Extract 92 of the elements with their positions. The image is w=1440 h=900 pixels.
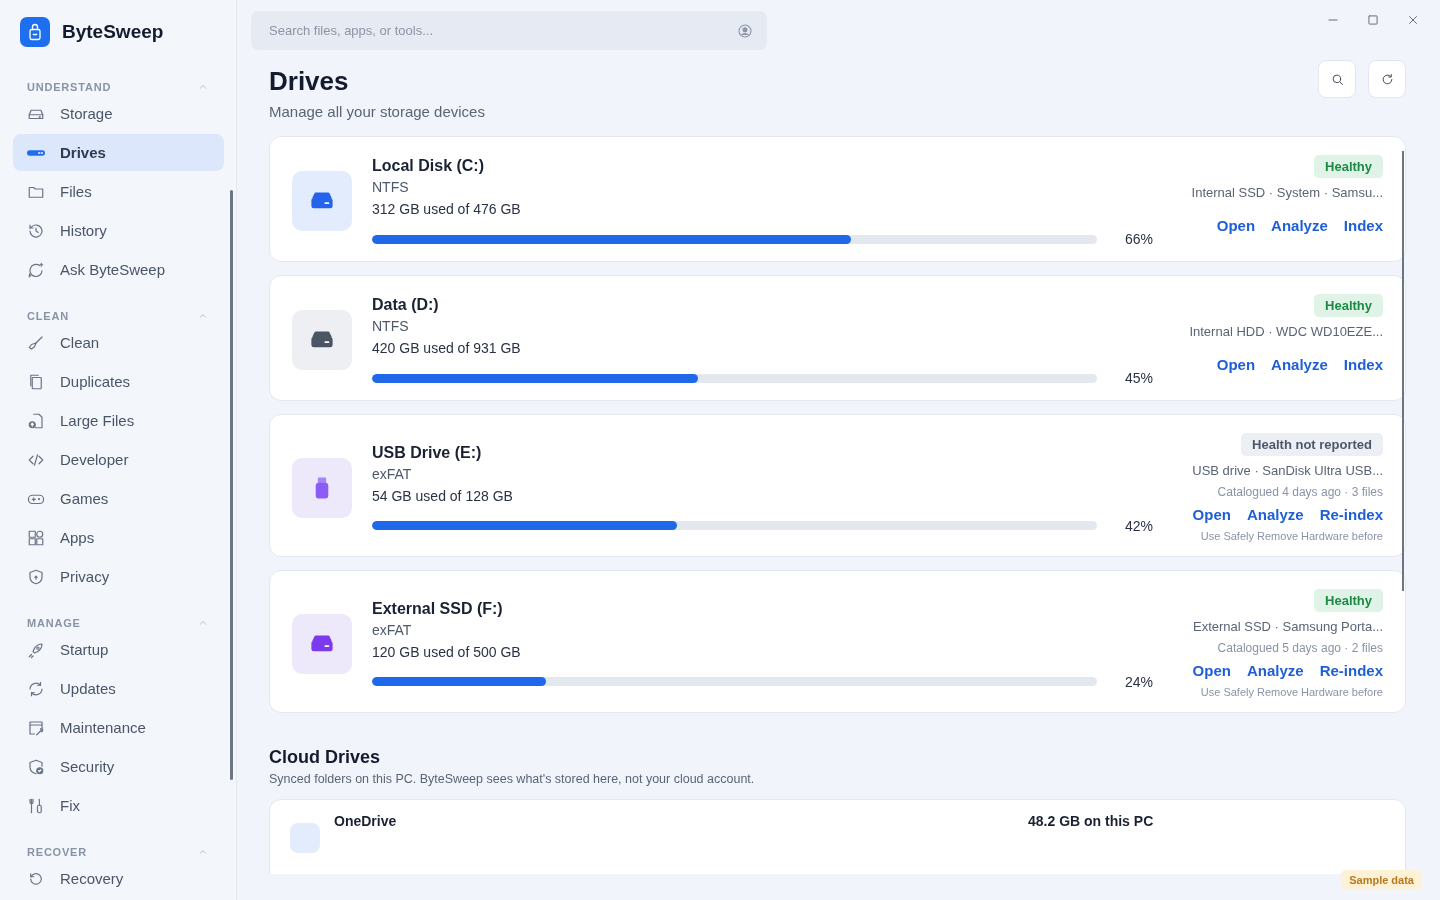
copy-icon <box>27 372 45 391</box>
history-icon <box>27 221 45 240</box>
health-badge: Healthy <box>1314 589 1383 612</box>
sidebar-item[interactable]: Developer <box>13 441 224 478</box>
rocket-icon <box>27 640 45 659</box>
drive-name: Data (D:) <box>372 296 440 314</box>
sidebar-item[interactable]: Apps <box>13 519 224 556</box>
sample-data-badge: Sample data <box>1341 870 1422 890</box>
user-circle-icon <box>737 22 753 39</box>
sidebar-item[interactable]: Ask ByteSweep <box>13 251 224 288</box>
action-link[interactable]: Open <box>1192 506 1231 523</box>
drive-icon <box>27 149 45 156</box>
section-title: RECOVER <box>27 846 87 858</box>
usage-text: 312 GB used of 476 GB <box>372 201 522 217</box>
usage-percent: 42% <box>1123 517 1153 534</box>
sidebar-item[interactable]: Large Files <box>13 402 224 439</box>
scrollbar[interactable] <box>1402 151 1404 591</box>
cloud-size: 48.2 GB on this PC <box>1028 813 1154 829</box>
search-button[interactable] <box>1318 60 1356 98</box>
action-link[interactable]: Analyze <box>1271 217 1328 234</box>
sidebar-item[interactable]: Security <box>13 748 224 785</box>
app-name: ByteSweep <box>62 21 164 43</box>
action-link[interactable]: Analyze <box>1246 506 1304 523</box>
eject-note: Use Safely Remove Hardware before <box>1200 530 1383 542</box>
usage-percent: 45% <box>1123 370 1153 386</box>
drive-model: Internal HDD · WDC WD10EZE... <box>1189 324 1383 339</box>
sidebar-item[interactable]: Startup <box>13 631 224 668</box>
sidebar-item[interactable]: Recovery <box>13 860 224 897</box>
sidebar-item[interactable]: Duplicates <box>13 363 224 400</box>
filesystem-label: exFAT <box>372 465 413 482</box>
drive-name: Local Disk (C:) <box>372 157 485 175</box>
tools-icon <box>27 796 45 815</box>
shield-check-icon <box>27 757 45 776</box>
health-badge: Health not reported <box>1241 433 1383 456</box>
health-badge: Healthy <box>1314 294 1383 317</box>
filesystem-label: NTFS <box>372 318 410 334</box>
usage-text: 54 GB used of 128 GB <box>372 487 514 504</box>
wrench-icon <box>27 718 45 737</box>
section-title: UNDERSTAND <box>27 81 112 93</box>
sidebar-item[interactable]: Files <box>13 173 224 210</box>
page-title: Drives <box>269 66 350 97</box>
refresh-button[interactable] <box>1368 60 1406 98</box>
action-link[interactable]: Index <box>1343 356 1383 373</box>
sidebar-item[interactable]: History <box>13 212 224 249</box>
action-link[interactable]: Analyze <box>1246 662 1304 679</box>
usage-percent: 66% <box>1123 231 1153 247</box>
action-link[interactable]: Re-index <box>1319 662 1383 679</box>
filesystem-label: NTFS <box>372 179 410 195</box>
drive-name: USB Drive (E:) <box>372 443 483 462</box>
action-link[interactable]: Open <box>1216 356 1256 373</box>
section-title: MANAGE <box>27 617 81 629</box>
sidebar-item[interactable]: Updates <box>13 670 224 707</box>
shield-icon <box>27 567 45 586</box>
sidebar-item[interactable]: Drives <box>13 134 224 171</box>
usage-percent: 24% <box>1123 673 1153 690</box>
sidebar-item[interactable]: Games <box>13 480 224 517</box>
eject-note: Use Safely Remove Hardware before <box>1200 686 1383 698</box>
scrollbar[interactable] <box>230 190 233 780</box>
usage-text: 420 GB used of 931 GB <box>372 340 522 356</box>
sidebar-item[interactable]: Storage <box>13 95 224 132</box>
action-link[interactable]: Open <box>1216 217 1256 234</box>
close-button[interactable] <box>1406 13 1420 27</box>
refresh-icon <box>27 679 45 698</box>
page-subtitle: Manage all your storage devices <box>269 103 485 120</box>
cloud-drive-name: OneDrive <box>334 813 398 829</box>
action-link[interactable]: Analyze <box>1271 356 1328 373</box>
maximize-button[interactable] <box>1366 13 1380 27</box>
filesystem-label: exFAT <box>372 621 413 638</box>
section-title: CLEAN <box>27 310 69 322</box>
close-icon <box>1406 13 1420 27</box>
action-link[interactable]: Open <box>1192 662 1231 679</box>
chat-sparkle-icon <box>27 260 45 279</box>
file-upload-icon <box>27 411 45 430</box>
maximize-icon <box>1366 13 1380 27</box>
drive-name: External SSD (F:) <box>372 599 504 618</box>
usage-text: 120 GB used of 500 GB <box>372 643 522 660</box>
catalogue-info: Catalogued 5 days ago · 2 files <box>1217 641 1383 655</box>
drive-model: Internal SSD · System · Samsu... <box>1191 185 1383 200</box>
drive-model: External SSD · Samsung Porta... <box>1192 619 1383 634</box>
action-link[interactable]: Re-index <box>1319 506 1383 523</box>
drive-model: USB drive · SanDisk Ultra USB... <box>1192 463 1383 478</box>
apps-icon <box>27 528 45 547</box>
section-subtitle: Synced folders on this PC. ByteSweep sees what's stored here, not your cloud account. <box>269 772 756 786</box>
sidebar-item[interactable]: Privacy <box>13 558 224 595</box>
catalogue-info: Catalogued 4 days ago · 3 files <box>1217 485 1383 499</box>
sidebar-item[interactable]: Fix <box>13 787 224 824</box>
action-link[interactable]: Index <box>1343 217 1383 234</box>
health-badge: Healthy <box>1314 155 1383 178</box>
cloud-tile <box>290 823 320 853</box>
sidebar-item[interactable]: Maintenance <box>13 709 224 746</box>
sidebar-item[interactable]: Clean <box>13 324 224 361</box>
section-heading: Cloud Drives <box>269 747 382 768</box>
